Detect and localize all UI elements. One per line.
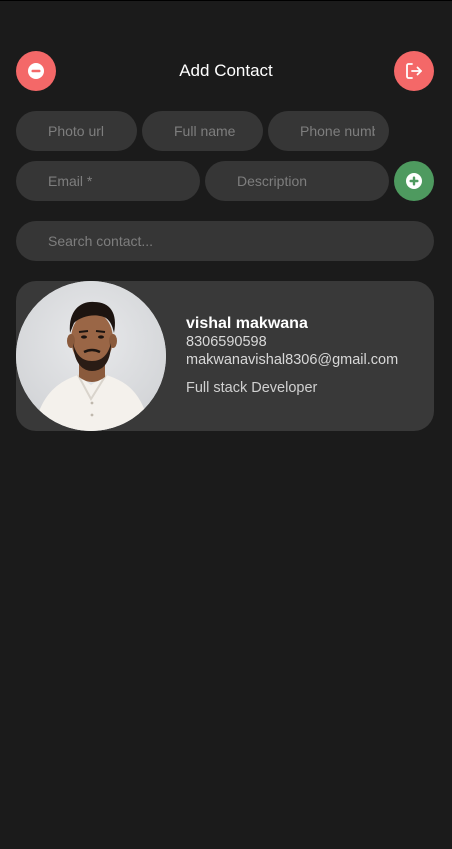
contact-description: Full stack Developer (186, 380, 318, 396)
plus-circle-icon (406, 173, 422, 189)
full-name-input[interactable] (142, 111, 263, 151)
top-border (0, 0, 452, 1)
contact-card[interactable]: vishal makwana 8306590598 makwanavishal8… (16, 281, 434, 431)
app-root: Add Contact Photo url Full name Phone nu… (0, 0, 452, 849)
page-title: Add Contact (179, 61, 273, 80)
description-input[interactable] (205, 161, 389, 201)
contact-phone: 8306590598 (186, 334, 267, 350)
avatar-photo (16, 281, 166, 431)
add-contact-button[interactable] (394, 161, 434, 201)
contact-name: vishal makwana (186, 315, 308, 332)
logout-icon (406, 63, 422, 79)
phone-number-input[interactable] (268, 111, 389, 151)
search-input[interactable] (16, 221, 434, 261)
avatar (16, 281, 166, 431)
contact-email: makwanavishal8306@gmail.com (186, 352, 399, 368)
logout-button[interactable] (394, 51, 434, 91)
photo-url-input[interactable] (16, 111, 137, 151)
email-input[interactable] (16, 161, 200, 201)
